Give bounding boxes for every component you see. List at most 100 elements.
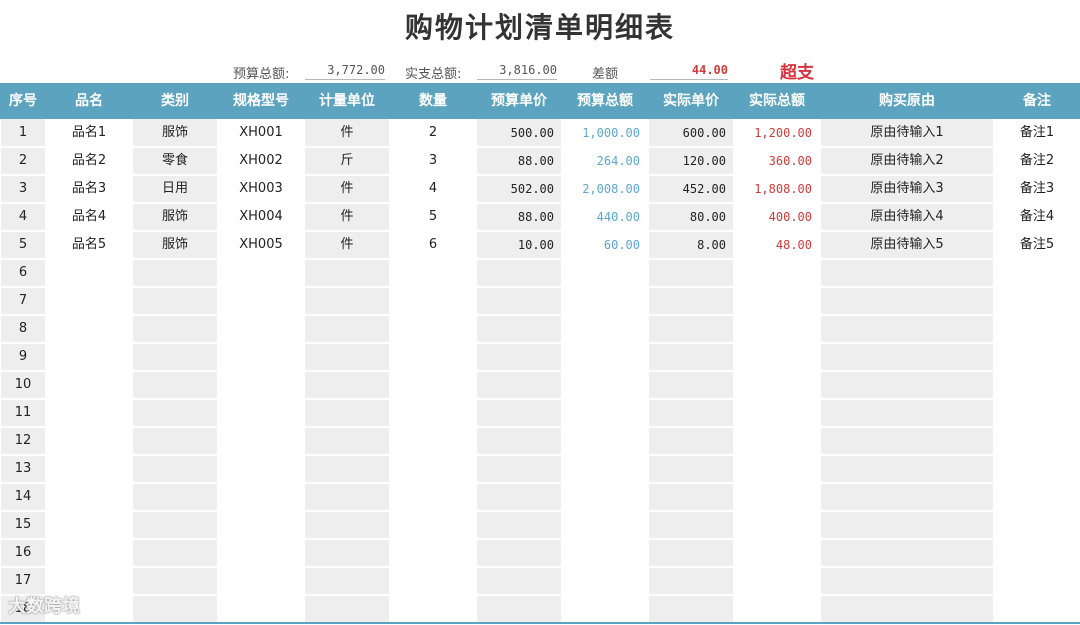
cell-actual-price[interactable]: 8.00 xyxy=(648,231,734,259)
cell-actual-price[interactable] xyxy=(648,427,734,455)
cell-model[interactable]: XH001 xyxy=(218,119,304,147)
cell-name[interactable]: 品名4 xyxy=(46,203,132,231)
cell-actual-price[interactable] xyxy=(648,483,734,511)
cell-name[interactable] xyxy=(46,567,132,595)
cell-actual-total[interactable] xyxy=(734,343,820,371)
cell-budget-total[interactable] xyxy=(562,511,648,539)
cell-reason[interactable] xyxy=(820,315,994,343)
cell-model[interactable] xyxy=(218,315,304,343)
cell-reason[interactable] xyxy=(820,259,994,287)
cell-reason[interactable] xyxy=(820,567,994,595)
cell-index[interactable]: 7 xyxy=(0,287,46,315)
cell-budget-price[interactable] xyxy=(476,399,562,427)
cell-budget-total[interactable] xyxy=(562,371,648,399)
cell-actual-price[interactable] xyxy=(648,371,734,399)
cell-budget-total[interactable] xyxy=(562,427,648,455)
cell-budget-total[interactable] xyxy=(562,483,648,511)
cell-unit[interactable] xyxy=(304,259,390,287)
cell-budget-price[interactable] xyxy=(476,539,562,567)
cell-category[interactable] xyxy=(132,455,218,483)
cell-name[interactable] xyxy=(46,511,132,539)
cell-quantity[interactable] xyxy=(390,539,476,567)
cell-quantity[interactable] xyxy=(390,399,476,427)
cell-unit[interactable] xyxy=(304,343,390,371)
cell-unit[interactable] xyxy=(304,595,390,623)
cell-unit[interactable]: 斤 xyxy=(304,147,390,175)
header-budget-price[interactable]: 预算单价 xyxy=(476,83,562,119)
cell-quantity[interactable] xyxy=(390,371,476,399)
cell-reason[interactable] xyxy=(820,511,994,539)
cell-index[interactable]: 16 xyxy=(0,539,46,567)
cell-remark[interactable] xyxy=(994,483,1080,511)
cell-quantity[interactable] xyxy=(390,511,476,539)
cell-budget-price[interactable]: 88.00 xyxy=(476,203,562,231)
cell-reason[interactable]: 原由待输入3 xyxy=(820,175,994,203)
cell-quantity[interactable]: 6 xyxy=(390,231,476,259)
cell-category[interactable] xyxy=(132,511,218,539)
header-index[interactable]: 序号 xyxy=(0,83,46,119)
cell-budget-price[interactable] xyxy=(476,567,562,595)
cell-index[interactable]: 6 xyxy=(0,259,46,287)
cell-actual-price[interactable] xyxy=(648,315,734,343)
cell-model[interactable] xyxy=(218,511,304,539)
cell-budget-total[interactable] xyxy=(562,259,648,287)
header-remark[interactable]: 备注 xyxy=(994,83,1080,119)
cell-unit[interactable] xyxy=(304,455,390,483)
cell-index[interactable]: 4 xyxy=(0,203,46,231)
cell-name[interactable] xyxy=(46,315,132,343)
header-category[interactable]: 类别 xyxy=(132,83,218,119)
cell-name[interactable] xyxy=(46,399,132,427)
cell-budget-total[interactable] xyxy=(562,567,648,595)
cell-name[interactable]: 品名1 xyxy=(46,119,132,147)
cell-budget-price[interactable] xyxy=(476,371,562,399)
cell-unit[interactable] xyxy=(304,399,390,427)
cell-index[interactable]: 17 xyxy=(0,567,46,595)
cell-actual-price[interactable]: 600.00 xyxy=(648,119,734,147)
cell-budget-price[interactable] xyxy=(476,287,562,315)
cell-unit[interactable] xyxy=(304,511,390,539)
cell-actual-total[interactable] xyxy=(734,539,820,567)
cell-name[interactable] xyxy=(46,455,132,483)
cell-model[interactable] xyxy=(218,595,304,623)
cell-unit[interactable] xyxy=(304,371,390,399)
cell-budget-price[interactable] xyxy=(476,259,562,287)
cell-quantity[interactable]: 5 xyxy=(390,203,476,231)
cell-remark[interactable] xyxy=(994,427,1080,455)
cell-budget-total[interactable] xyxy=(562,595,648,623)
cell-budget-total[interactable] xyxy=(562,455,648,483)
cell-category[interactable] xyxy=(132,371,218,399)
cell-actual-price[interactable]: 452.00 xyxy=(648,175,734,203)
cell-name[interactable] xyxy=(46,427,132,455)
cell-budget-price[interactable]: 10.00 xyxy=(476,231,562,259)
cell-quantity[interactable] xyxy=(390,455,476,483)
cell-model[interactable] xyxy=(218,259,304,287)
cell-actual-price[interactable]: 120.00 xyxy=(648,147,734,175)
cell-reason[interactable]: 原由待输入1 xyxy=(820,119,994,147)
cell-remark[interactable] xyxy=(994,595,1080,623)
cell-actual-price[interactable] xyxy=(648,595,734,623)
header-actual-price[interactable]: 实际单价 xyxy=(648,83,734,119)
cell-actual-price[interactable] xyxy=(648,567,734,595)
cell-index[interactable]: 10 xyxy=(0,371,46,399)
cell-budget-price[interactable]: 502.00 xyxy=(476,175,562,203)
cell-remark[interactable] xyxy=(994,259,1080,287)
cell-actual-total[interactable] xyxy=(734,567,820,595)
cell-remark[interactable]: 备注1 xyxy=(994,119,1080,147)
cell-actual-total[interactable] xyxy=(734,259,820,287)
cell-index[interactable]: 13 xyxy=(0,455,46,483)
cell-quantity[interactable] xyxy=(390,427,476,455)
cell-actual-price[interactable] xyxy=(648,343,734,371)
cell-reason[interactable]: 原由待输入4 xyxy=(820,203,994,231)
cell-budget-total[interactable] xyxy=(562,315,648,343)
cell-budget-total[interactable]: 2,008.00 xyxy=(562,175,648,203)
cell-model[interactable] xyxy=(218,343,304,371)
cell-remark[interactable]: 备注3 xyxy=(994,175,1080,203)
cell-name[interactable] xyxy=(46,539,132,567)
cell-budget-total[interactable]: 60.00 xyxy=(562,231,648,259)
cell-budget-price[interactable] xyxy=(476,315,562,343)
cell-index[interactable]: 5 xyxy=(0,231,46,259)
cell-reason[interactable] xyxy=(820,427,994,455)
cell-quantity[interactable] xyxy=(390,259,476,287)
cell-budget-price[interactable]: 500.00 xyxy=(476,119,562,147)
cell-category[interactable] xyxy=(132,259,218,287)
